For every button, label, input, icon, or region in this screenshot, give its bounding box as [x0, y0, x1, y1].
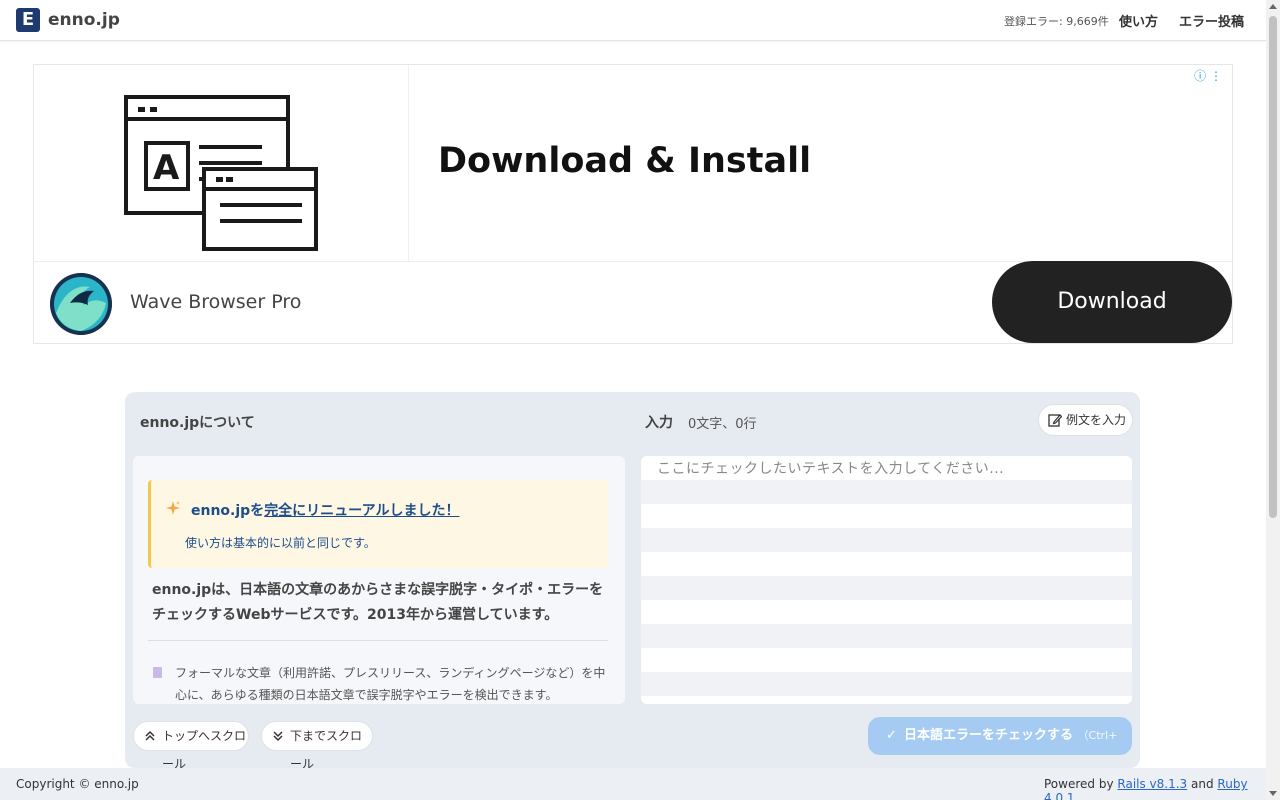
footer: Copyright © enno.jp Powered by Rails v8.… [0, 768, 1266, 800]
advertisement[interactable]: A ⓘ ⋮ Download & Install Wave Browser Pr… [33, 64, 1233, 344]
powered-by-label: Powered by [1044, 777, 1114, 791]
scroll-top-label: トップへスクロール [162, 729, 247, 771]
scroll-down-icon[interactable] [1269, 791, 1277, 796]
check-errors-button[interactable]: ✓ 日本語エラーをチェックする （Ctrl+ ↵） [868, 717, 1132, 780]
ad-download-button[interactable]: Download [992, 261, 1232, 343]
scroll-top-button[interactable]: トップへスクロール [133, 721, 249, 771]
ad-info-icon[interactable]: ⓘ ⋮ [1194, 67, 1222, 84]
input-label: 入力 [645, 415, 673, 431]
error-count: 登録エラー: 9,669件 [1004, 15, 1109, 28]
browser-windows-icon: A [124, 95, 318, 251]
top-navbar: E enno.jp 登録エラー: 9,669件 使い方 エラー投稿 [0, 0, 1266, 41]
divider [148, 640, 608, 641]
scroll-bottom-label: 下までスクロール [290, 729, 363, 771]
renewal-notice: enno.jpを完全にリニューアルしました！ 使い方は基本的に以前と同じです。 [148, 480, 608, 568]
rails-link[interactable]: Rails v8.1.3 [1117, 777, 1187, 791]
checkmark-icon: ✓ [886, 728, 897, 743]
svg-text:A: A [153, 148, 180, 188]
notice-prefix: enno.jpを [191, 503, 265, 519]
document-icon [153, 667, 162, 678]
main-panel: enno.jpについて 入力 0文字、0行 例文を入力 enno.jpを完全にリ… [125, 392, 1140, 780]
scrollbar-thumb[interactable] [1269, 16, 1277, 518]
ad-brand-name[interactable]: Wave Browser Pro [130, 291, 301, 313]
insert-example-label: 例文を入力 [1066, 413, 1127, 427]
powered-by: Powered by Rails v8.1.3 and Ruby 4.0.1 [1044, 777, 1266, 800]
input-char-count: 0文字、0行 [688, 417, 757, 432]
and-label: and [1191, 777, 1214, 791]
scroll-bottom-button[interactable]: 下までスクロール [261, 721, 373, 771]
edit-icon [1048, 414, 1062, 427]
notice-subtext: 使い方は基本的に以前と同じです。 [185, 536, 376, 550]
sparkle-icon [166, 501, 180, 515]
logo-icon[interactable]: E [16, 8, 40, 32]
check-errors-label: 日本語エラーをチェックする [904, 728, 1074, 743]
double-chevron-up-icon [145, 730, 155, 741]
double-chevron-down-icon [273, 731, 283, 742]
wave-logo-icon[interactable] [50, 273, 112, 335]
nav-usage[interactable]: 使い方 [1119, 11, 1158, 30]
insert-example-button[interactable]: 例文を入力 [1038, 404, 1133, 436]
renewal-link[interactable]: 完全にリニューアルしました！ [264, 503, 459, 519]
text-input-area[interactable] [641, 456, 1132, 704]
copyright: Copyright © enno.jp [16, 777, 139, 791]
ad-headline[interactable]: Download & Install [438, 141, 811, 181]
feature-text: フォーマルな文章（利用許諾、プレスリリース、ランディングページなど）を中心に、あ… [175, 666, 606, 702]
scroll-up-icon[interactable] [1269, 4, 1277, 9]
ad-illustration: A [34, 65, 409, 261]
site-name[interactable]: enno.jp [48, 10, 120, 30]
about-section: enno.jpを完全にリニューアルしました！ 使い方は基本的に以前と同じです。 … [133, 456, 625, 704]
text-input[interactable] [641, 456, 1132, 704]
intro-text: enno.jpは、日本語の文章のあからさまな誤字脱字・タイポ・エラーをチェックす… [152, 582, 604, 623]
nav-error-report[interactable]: エラー投稿 [1179, 11, 1244, 30]
notice-title: enno.jpを完全にリニューアルしました！ [191, 500, 460, 520]
scrollbar[interactable] [1266, 0, 1280, 800]
about-title: enno.jpについて [140, 415, 255, 431]
